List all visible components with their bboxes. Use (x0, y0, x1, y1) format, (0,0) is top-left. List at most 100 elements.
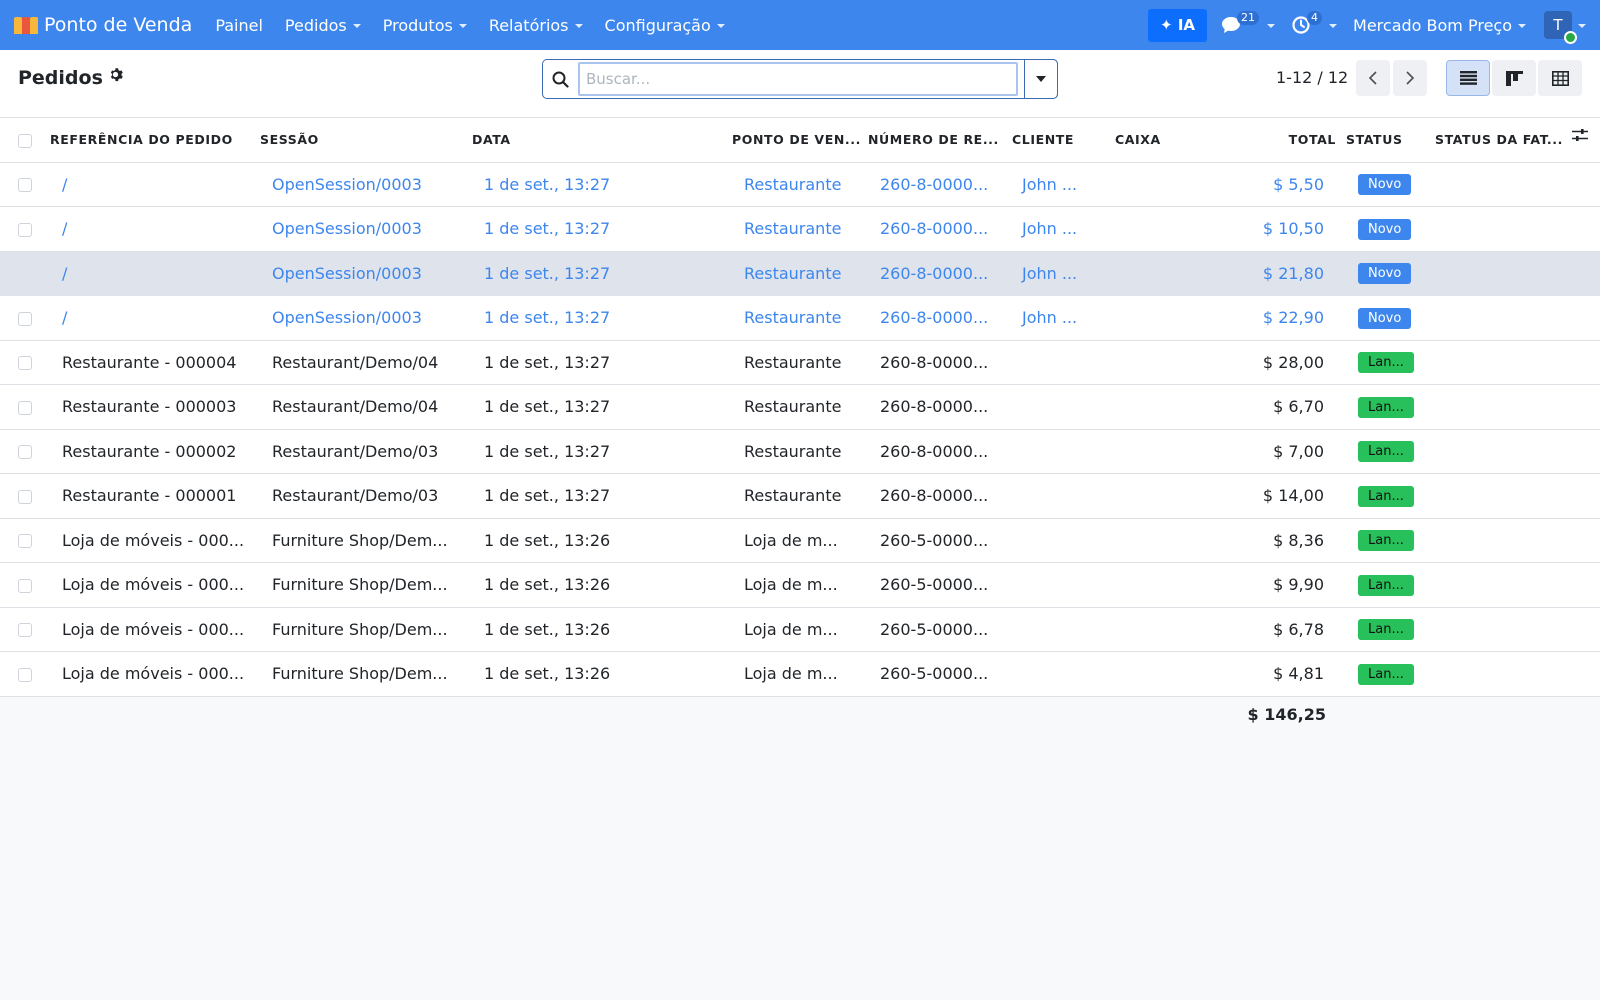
table-row[interactable]: Loja de móveis - 000... Furniture Shop/De… (0, 562, 1600, 608)
cell-date: 1 de set., 13:27 (472, 162, 728, 207)
table-row[interactable]: Loja de móveis - 000... Furniture Shop/De… (0, 607, 1600, 652)
status-badge: Lan... (1358, 396, 1414, 418)
row-checkbox-cell[interactable] (0, 429, 46, 474)
cell-total: $ 22,90 (1226, 295, 1336, 341)
row-checkbox[interactable] (18, 400, 32, 415)
cell-ref: Loja de móveis - 000... (46, 562, 260, 608)
list-view-icon (1459, 71, 1477, 85)
row-checkbox-cell[interactable] (0, 651, 46, 697)
row-checkbox-cell[interactable] (0, 384, 46, 430)
company-switcher[interactable]: Mercado Bom Preço (1345, 16, 1534, 35)
ai-button[interactable]: ✦ IA (1148, 8, 1208, 42)
messages-button[interactable]: 21 (1213, 0, 1283, 50)
row-checkbox[interactable] (18, 222, 32, 237)
table-row[interactable]: Restaurante - 000002 Restaurant/Demo/03 1 … (0, 429, 1600, 474)
select-all-checkbox[interactable] (18, 133, 32, 148)
table-row[interactable]: Restaurante - 000004 Restaurant/Demo/04 1 … (0, 340, 1600, 385)
pager-next-button[interactable] (1393, 60, 1427, 96)
table-row[interactable]: Loja de móveis - 000... Furniture Shop/De… (0, 651, 1600, 697)
activities-button[interactable]: 4 (1283, 0, 1345, 50)
cell-date: 1 de set., 13:27 (472, 295, 728, 341)
status-badge: Lan... (1358, 663, 1414, 685)
status-badge: Lan... (1358, 530, 1414, 552)
cell-cashier (1105, 206, 1226, 252)
row-checkbox-cell[interactable] (0, 295, 46, 341)
table-row[interactable]: / OpenSession/0003 1 de set., 13:27 Restaur… (0, 295, 1600, 341)
chevron-down-icon[interactable] (1578, 24, 1586, 28)
online-status-dot (1564, 31, 1577, 44)
cell-customer: John ... (1006, 295, 1105, 341)
column-header-pos[interactable]: PONTO DE VEN... (728, 118, 864, 163)
row-checkbox[interactable] (18, 311, 32, 326)
cell-session: OpenSession/0003 (260, 251, 472, 296)
row-checkbox-cell[interactable] (0, 206, 46, 252)
cell-date: 1 de set., 13:26 (472, 562, 728, 608)
row-checkbox[interactable] (18, 578, 32, 593)
table-row[interactable]: Restaurante - 000003 Restaurant/Demo/04 1 … (0, 384, 1600, 430)
cell-status: Lan... (1336, 384, 1435, 430)
cell-customer (1006, 340, 1105, 385)
user-avatar[interactable]: T (1544, 11, 1577, 44)
orders-list: REFERÊNCIA DO PEDIDO SESSÃO DATA PONTO D… (0, 118, 1600, 697)
cell-pos: Restaurante (728, 384, 864, 430)
cell-pos: Restaurante (728, 162, 864, 207)
cell-customer: John ... (1006, 206, 1105, 252)
row-checkbox[interactable] (18, 489, 32, 504)
row-checkbox[interactable] (18, 667, 32, 682)
list-view-button[interactable] (1446, 60, 1490, 96)
row-checkbox[interactable] (18, 178, 32, 193)
row-checkbox-cell[interactable] (0, 340, 46, 385)
row-checkbox[interactable] (18, 623, 32, 638)
table-row[interactable]: / OpenSession/0003 1 de set., 13:27 Restaur… (0, 206, 1600, 252)
table-row[interactable]: / OpenSession/0003 1 de set., 13:27 Restaur… (0, 251, 1600, 296)
gear-icon[interactable] (108, 67, 123, 86)
cell-session: Furniture Shop/Dem... (260, 607, 472, 652)
select-all-checkbox-cell[interactable] (0, 118, 46, 163)
row-checkbox[interactable] (18, 445, 32, 460)
column-header-status[interactable]: STATUS (1336, 118, 1435, 163)
cell-status: Lan... (1336, 429, 1435, 474)
cell-customer (1006, 607, 1105, 652)
cell-pos: Loja de m... (728, 607, 864, 652)
kanban-view-icon (1505, 70, 1523, 86)
menu-item-0[interactable]: Painel (204, 0, 274, 50)
table-row[interactable]: Restaurante - 000001 Restaurant/Demo/03 1 … (0, 473, 1600, 519)
menu-item-2[interactable]: Produtos (372, 0, 478, 50)
cell-session: Furniture Shop/Dem... (260, 562, 472, 608)
cell-date: 1 de set., 13:26 (472, 607, 728, 652)
row-checkbox-cell[interactable] (0, 473, 46, 519)
menu-item-1[interactable]: Pedidos (274, 0, 372, 50)
pivot-view-icon (1551, 70, 1569, 86)
row-checkbox[interactable] (18, 534, 32, 549)
cell-invoice-status (1435, 607, 1600, 652)
orders-table: REFERÊNCIA DO PEDIDO SESSÃO DATA PONTO D… (0, 118, 1600, 697)
row-checkbox-cell[interactable] (0, 251, 46, 296)
column-header-cashier[interactable]: CAIXA (1105, 118, 1226, 163)
pivot-view-button[interactable] (1538, 60, 1582, 96)
app-brand[interactable]: Ponto de Venda (0, 0, 192, 50)
search-options-toggle[interactable] (1024, 59, 1058, 99)
menu-item-3[interactable]: Relatórios (478, 0, 594, 50)
kanban-view-button[interactable] (1492, 60, 1536, 96)
table-row[interactable]: Loja de móveis - 000... Furniture Shop/De… (0, 518, 1600, 563)
pager-value[interactable]: 1-12 / 12 (1276, 68, 1348, 87)
column-header-customer[interactable]: CLIENTE (1006, 118, 1105, 163)
column-header-ref[interactable]: REFERÊNCIA DO PEDIDO (46, 118, 260, 163)
pager-previous-button[interactable] (1356, 60, 1390, 96)
row-checkbox-cell[interactable] (0, 562, 46, 608)
row-checkbox-cell[interactable] (0, 162, 46, 207)
column-header-total[interactable]: TOTAL (1226, 118, 1336, 163)
search-input[interactable] (578, 62, 1018, 96)
cell-session: OpenSession/0003 (260, 206, 472, 252)
row-checkbox-cell[interactable] (0, 607, 46, 652)
row-checkbox-cell[interactable] (0, 518, 46, 563)
column-header-session[interactable]: SESSÃO (260, 118, 472, 163)
column-header-receipt[interactable]: NÚMERO DE RE... (864, 118, 1006, 163)
row-checkbox[interactable] (18, 356, 32, 371)
cell-cashier (1105, 562, 1226, 608)
menu-item-4[interactable]: Configuração (594, 0, 736, 50)
column-header-date[interactable]: DATA (472, 118, 728, 163)
optional-columns-toggle[interactable] (1572, 127, 1588, 146)
table-row[interactable]: / OpenSession/0003 1 de set., 13:27 Restaur… (0, 162, 1600, 207)
cell-session: Restaurant/Demo/04 (260, 384, 472, 430)
